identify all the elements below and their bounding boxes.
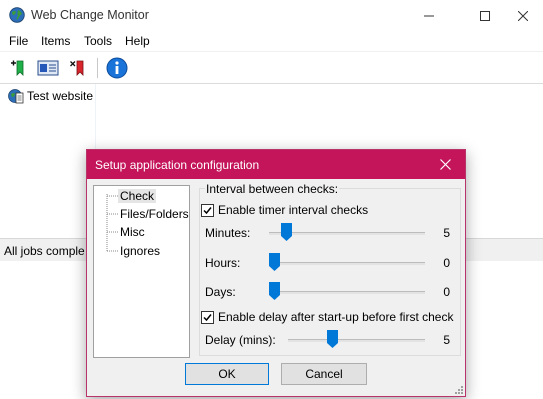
ok-button[interactable]: OK [185,363,269,385]
toolbar-separator [97,58,98,78]
checkmark-icon [203,206,212,214]
interval-group-title: Interval between checks: [205,182,340,196]
info-icon [106,57,128,79]
settings-category-tree[interactable]: Check Files/Folders Misc Ignores [93,185,190,358]
add-item-button[interactable] [6,56,30,80]
main-titlebar: Web Change Monitor [0,0,543,31]
tree-item-test-website[interactable]: Test website [8,88,93,104]
tree-node-ignores[interactable]: Ignores [120,244,160,258]
checkmark-icon [203,313,212,321]
tree-node-files-folders[interactable]: Files/Folders [120,207,189,221]
minutes-slider-track[interactable] [269,232,425,235]
tree-node-misc[interactable]: Misc [120,225,145,239]
dialog-titlebar: Setup application configuration [87,150,465,179]
about-button[interactable] [105,56,129,80]
dialog-close-button[interactable] [425,150,465,179]
minimize-icon [424,15,434,16]
close-icon [518,10,528,21]
resize-grip-icon[interactable] [453,384,463,394]
enable-timer-checkbox[interactable]: Enable timer interval checks [201,203,368,217]
minutes-value: 5 [443,226,450,240]
tree-connector-lines [106,194,118,252]
hours-slider-thumb[interactable] [268,253,280,271]
hours-value: 0 [443,256,450,270]
minimize-button[interactable] [406,0,452,31]
remove-bookmark-icon [70,60,84,76]
window-title: Web Change Monitor [31,8,149,22]
delay-slider-track[interactable] [288,339,425,342]
minutes-slider-thumb[interactable] [280,223,292,241]
setup-dialog: Setup application configuration Check Fi… [86,149,466,397]
menu-file[interactable]: File [9,34,28,48]
enable-timer-label: Enable timer interval checks [218,203,369,217]
enable-delay-label: Enable delay after start-up before first… [218,310,454,324]
menu-items[interactable]: Items [41,34,70,48]
menu-tools[interactable]: Tools [84,34,112,48]
status-text: All jobs comple [4,244,85,258]
remove-item-button[interactable] [66,56,90,80]
close-window-button[interactable] [503,0,543,31]
days-label: Days: [205,285,236,299]
menu-help[interactable]: Help [125,34,150,48]
view-details-button[interactable] [36,56,60,80]
days-slider-track[interactable] [269,291,425,294]
tree-node-check[interactable]: Check [118,189,157,203]
hours-label: Hours: [205,256,241,270]
days-slider-thumb[interactable] [268,282,280,300]
delay-slider-thumb[interactable] [326,330,338,348]
cancel-button[interactable]: Cancel [281,363,367,385]
web-page-icon [8,89,24,104]
menubar: File Items Tools Help [0,31,543,52]
globe-icon [9,7,25,23]
maximize-button[interactable] [462,0,508,31]
tree-item-label: Test website [27,89,94,103]
enable-delay-check-box[interactable] [201,310,214,324]
hours-slider-track[interactable] [269,262,425,265]
toolbar [0,52,543,84]
enable-timer-check-box[interactable] [201,203,214,217]
details-view-icon [37,60,59,76]
delay-label: Delay (mins): [205,333,276,347]
maximize-icon [480,10,490,21]
dialog-title: Setup application configuration [95,158,260,172]
minutes-label: Minutes: [205,226,251,240]
enable-delay-checkbox[interactable]: Enable delay after start-up before first… [201,310,453,324]
delay-value: 5 [443,333,450,347]
add-bookmark-icon [11,60,24,76]
close-icon [439,159,451,170]
days-value: 0 [443,285,450,299]
